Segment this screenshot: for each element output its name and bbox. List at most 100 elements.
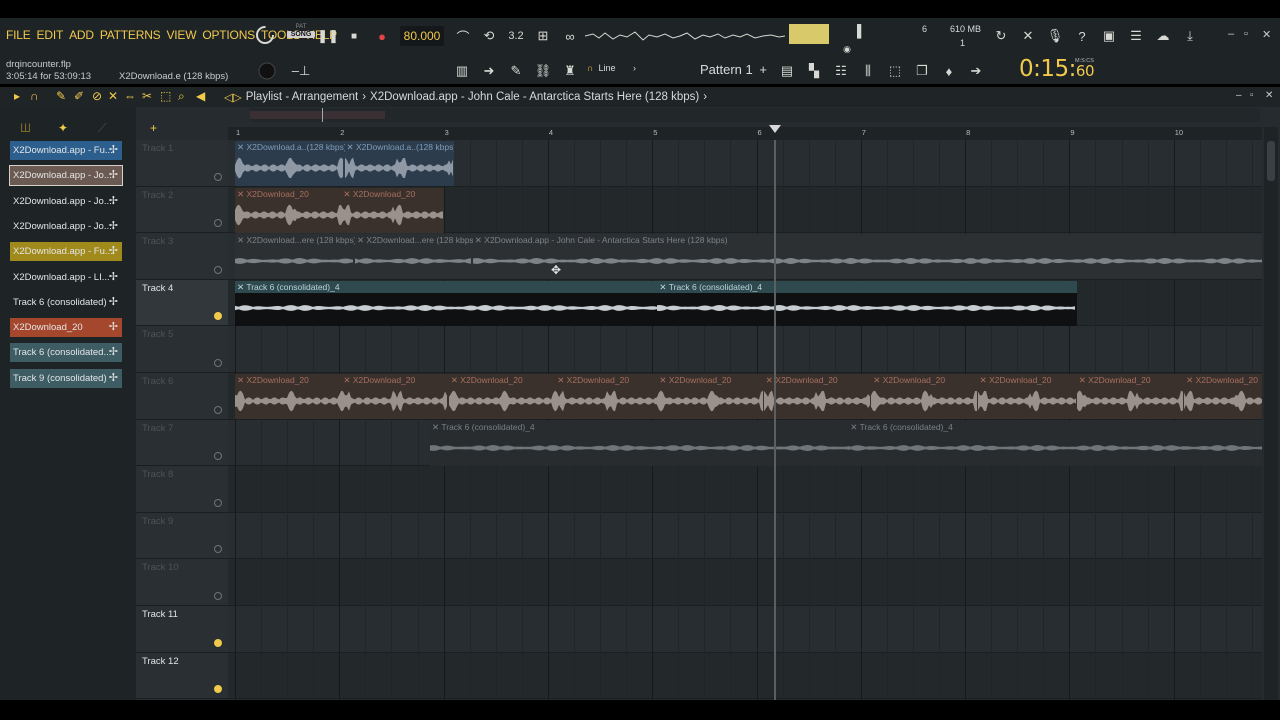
menu-add[interactable]: ADD xyxy=(69,28,94,42)
picker-automation-icon[interactable]: ⟋ xyxy=(98,121,106,136)
menu-file[interactable]: FILE xyxy=(6,28,31,42)
audio-clip[interactable]: ✕ X2Download_20 xyxy=(871,374,978,419)
playhead-marker[interactable] xyxy=(769,125,782,133)
draw-tool-icon[interactable]: ✎ xyxy=(56,89,66,103)
audio-clip[interactable]: ✕ Track 6 (consolidated)_4 xyxy=(848,420,1262,466)
add-pattern-icon[interactable]: + xyxy=(759,62,767,77)
slip-tool-icon[interactable]: ⇔ xyxy=(124,89,136,103)
loop-record-icon[interactable]: ∞ xyxy=(559,25,581,47)
paint-tool-icon[interactable]: ✐ xyxy=(74,89,84,103)
delete-tool-icon[interactable]: ⊘ xyxy=(92,89,102,103)
clip-menu-icon[interactable]: ✕ xyxy=(451,375,460,385)
metronome-icon[interactable]: ⌒ xyxy=(452,25,474,47)
tempo-tapper-icon[interactable]: ➔ xyxy=(965,60,987,82)
audio-clip[interactable]: ✕ X2Download_20 xyxy=(235,187,342,233)
picker-clip-item[interactable]: X2Download.app - LI... ✢ xyxy=(10,267,122,287)
clip-menu-icon[interactable]: ✕ xyxy=(873,375,882,385)
picker-clip-item[interactable]: X2Download.app - Jo... ✢ xyxy=(9,165,123,187)
clip-menu-icon[interactable]: ✕ xyxy=(343,375,352,385)
select-tool-icon[interactable]: ⬚ xyxy=(160,89,171,103)
snap-magnet-icon[interactable]: ∩ xyxy=(30,89,39,103)
master-pitch-slider[interactable]: –⊥ xyxy=(290,60,312,82)
audio-clip[interactable]: ✕ X2Download_20 xyxy=(1076,374,1185,419)
audio-clip[interactable]: ✕ X2Download.a..(128 kbps) xyxy=(235,141,345,186)
menu-view[interactable]: VIEW xyxy=(166,28,196,42)
clip-menu-icon[interactable]: ✕ xyxy=(1079,375,1088,385)
pause-icon[interactable]: ❚❚ xyxy=(317,25,339,47)
vertical-scrollbar[interactable] xyxy=(1264,127,1278,700)
clip-menu-icon[interactable]: ✕ xyxy=(659,375,668,385)
restore-icon[interactable]: ▫ xyxy=(1244,28,1248,40)
arrangement-grid[interactable]: ✕ X2Download.a..(128 kbps) ✕ X2Download.a… xyxy=(228,140,1262,700)
audio-clip[interactable]: ✕ X2Download...ere (128 kbps) xyxy=(354,234,473,280)
track-mute-toggle[interactable] xyxy=(214,452,222,461)
track-header[interactable]: Track 5 xyxy=(136,326,228,373)
track-mute-toggle[interactable] xyxy=(214,405,222,414)
track-header[interactable]: Track 12 xyxy=(136,653,228,700)
track-mute-toggle[interactable] xyxy=(214,498,222,507)
audio-clip[interactable]: ✕ X2Download_20 xyxy=(341,374,449,419)
play-arrow-icon[interactable]: ▸ xyxy=(14,89,20,103)
menu-patterns[interactable]: PATTERNS xyxy=(100,28,161,42)
audio-clip[interactable]: ✕ X2Download_20 xyxy=(341,187,444,233)
track-mute-toggle[interactable] xyxy=(214,358,222,367)
track-header[interactable]: Track 8 xyxy=(136,466,228,513)
track-header[interactable]: Track 9 xyxy=(136,513,228,560)
clip-menu-icon[interactable]: ✕ xyxy=(237,282,246,292)
master-volume-knob[interactable] xyxy=(254,24,276,46)
playlist-close-icon[interactable]: ✕ xyxy=(1265,90,1273,101)
track-header[interactable]: Track 11 xyxy=(136,606,228,653)
picker-patterns-icon[interactable]: Ш xyxy=(20,121,31,135)
audio-clip[interactable]: ✕ X2Download_20 xyxy=(235,374,342,419)
track-lane[interactable] xyxy=(228,652,1262,700)
playback-tool-icon[interactable]: ◀ xyxy=(196,89,205,103)
track-mute-toggle[interactable] xyxy=(214,265,222,274)
picker-clip-item[interactable]: X2Download.app - Fu... ✢ xyxy=(10,141,122,160)
clip-menu-icon[interactable]: ✕ xyxy=(343,189,352,199)
piano-icon[interactable]: ▥ xyxy=(451,60,473,82)
track-header[interactable]: Track 10 xyxy=(136,559,228,606)
clip-menu-icon[interactable]: ✕ xyxy=(557,375,566,385)
menu-edit[interactable]: EDIT xyxy=(37,28,64,42)
picker-audio-icon[interactable]: ✦ xyxy=(58,121,68,135)
scrollbar-thumb[interactable] xyxy=(1267,141,1275,181)
track-mute-toggle[interactable] xyxy=(214,545,222,554)
refresh-icon[interactable]: ↻ xyxy=(990,25,1012,47)
clipboard-icon[interactable]: ❐ xyxy=(911,60,933,82)
audio-clip[interactable]: ✕ X2Download.app - John Cale - Antarctic… xyxy=(472,234,1262,280)
audio-clip[interactable]: ✕ X2Download_20 xyxy=(1184,374,1262,419)
clip-menu-icon[interactable]: ✕ xyxy=(347,142,356,152)
help-icon[interactable]: ? xyxy=(1071,25,1093,47)
download-icon[interactable]: ⤓ xyxy=(1179,25,1201,47)
track-header[interactable]: Track 1 xyxy=(136,140,228,187)
audio-clip[interactable]: ✕ Track 6 (consolidated)_4 xyxy=(657,280,1077,326)
audio-clip[interactable]: ✕ X2Download...ere (128 kbps) xyxy=(235,234,355,280)
clip-menu-icon[interactable]: ✕ xyxy=(980,375,989,385)
track-mute-toggle[interactable] xyxy=(214,638,222,647)
clip-menu-icon[interactable]: ✕ xyxy=(357,235,366,245)
slice-tool-icon[interactable]: ✂ xyxy=(142,89,152,103)
track-header[interactable]: Track 6 xyxy=(136,373,228,420)
clip-menu-icon[interactable]: ✕ xyxy=(475,235,484,245)
picker-clip-item[interactable]: Track 9 (consolidated) ✢ xyxy=(10,368,122,388)
audio-clip[interactable]: ✕ Track 6 (consolidated)_4 xyxy=(235,280,658,326)
track-header[interactable]: Track 4 xyxy=(136,279,228,327)
playlist-minimize-icon[interactable]: – xyxy=(1236,90,1242,101)
track-lane[interactable] xyxy=(228,326,1262,373)
snap-selector[interactable]: ∩ Line › xyxy=(587,63,636,73)
microphone-icon[interactable]: 🎙 xyxy=(1044,25,1066,47)
browser-icon[interactable]: ⬚ xyxy=(884,60,906,82)
audio-clip[interactable]: ✕ Track 6 (consolidated)_4 xyxy=(430,420,849,466)
clip-menu-icon[interactable]: ✕ xyxy=(659,282,668,292)
track-header[interactable]: Track 7 xyxy=(136,420,228,467)
playlist-maximize-icon[interactable]: ▫ xyxy=(1250,90,1254,101)
picker-clip-item[interactable]: X2Download_20 ✢ xyxy=(10,318,122,338)
chat-icon[interactable]: ☁ xyxy=(1152,25,1174,47)
audio-clip[interactable]: ✕ X2Download_20 xyxy=(657,374,764,419)
pat-song-toggle[interactable]: PAT SONG xyxy=(287,24,315,38)
step-edit-icon[interactable]: 3.2 xyxy=(505,25,527,47)
track-header[interactable]: Track 2 xyxy=(136,187,228,234)
close-icon[interactable]: ✕ xyxy=(1262,28,1271,41)
piano-roll-icon[interactable]: ▚ xyxy=(803,60,825,82)
add-track-icon[interactable]: + xyxy=(150,121,157,135)
